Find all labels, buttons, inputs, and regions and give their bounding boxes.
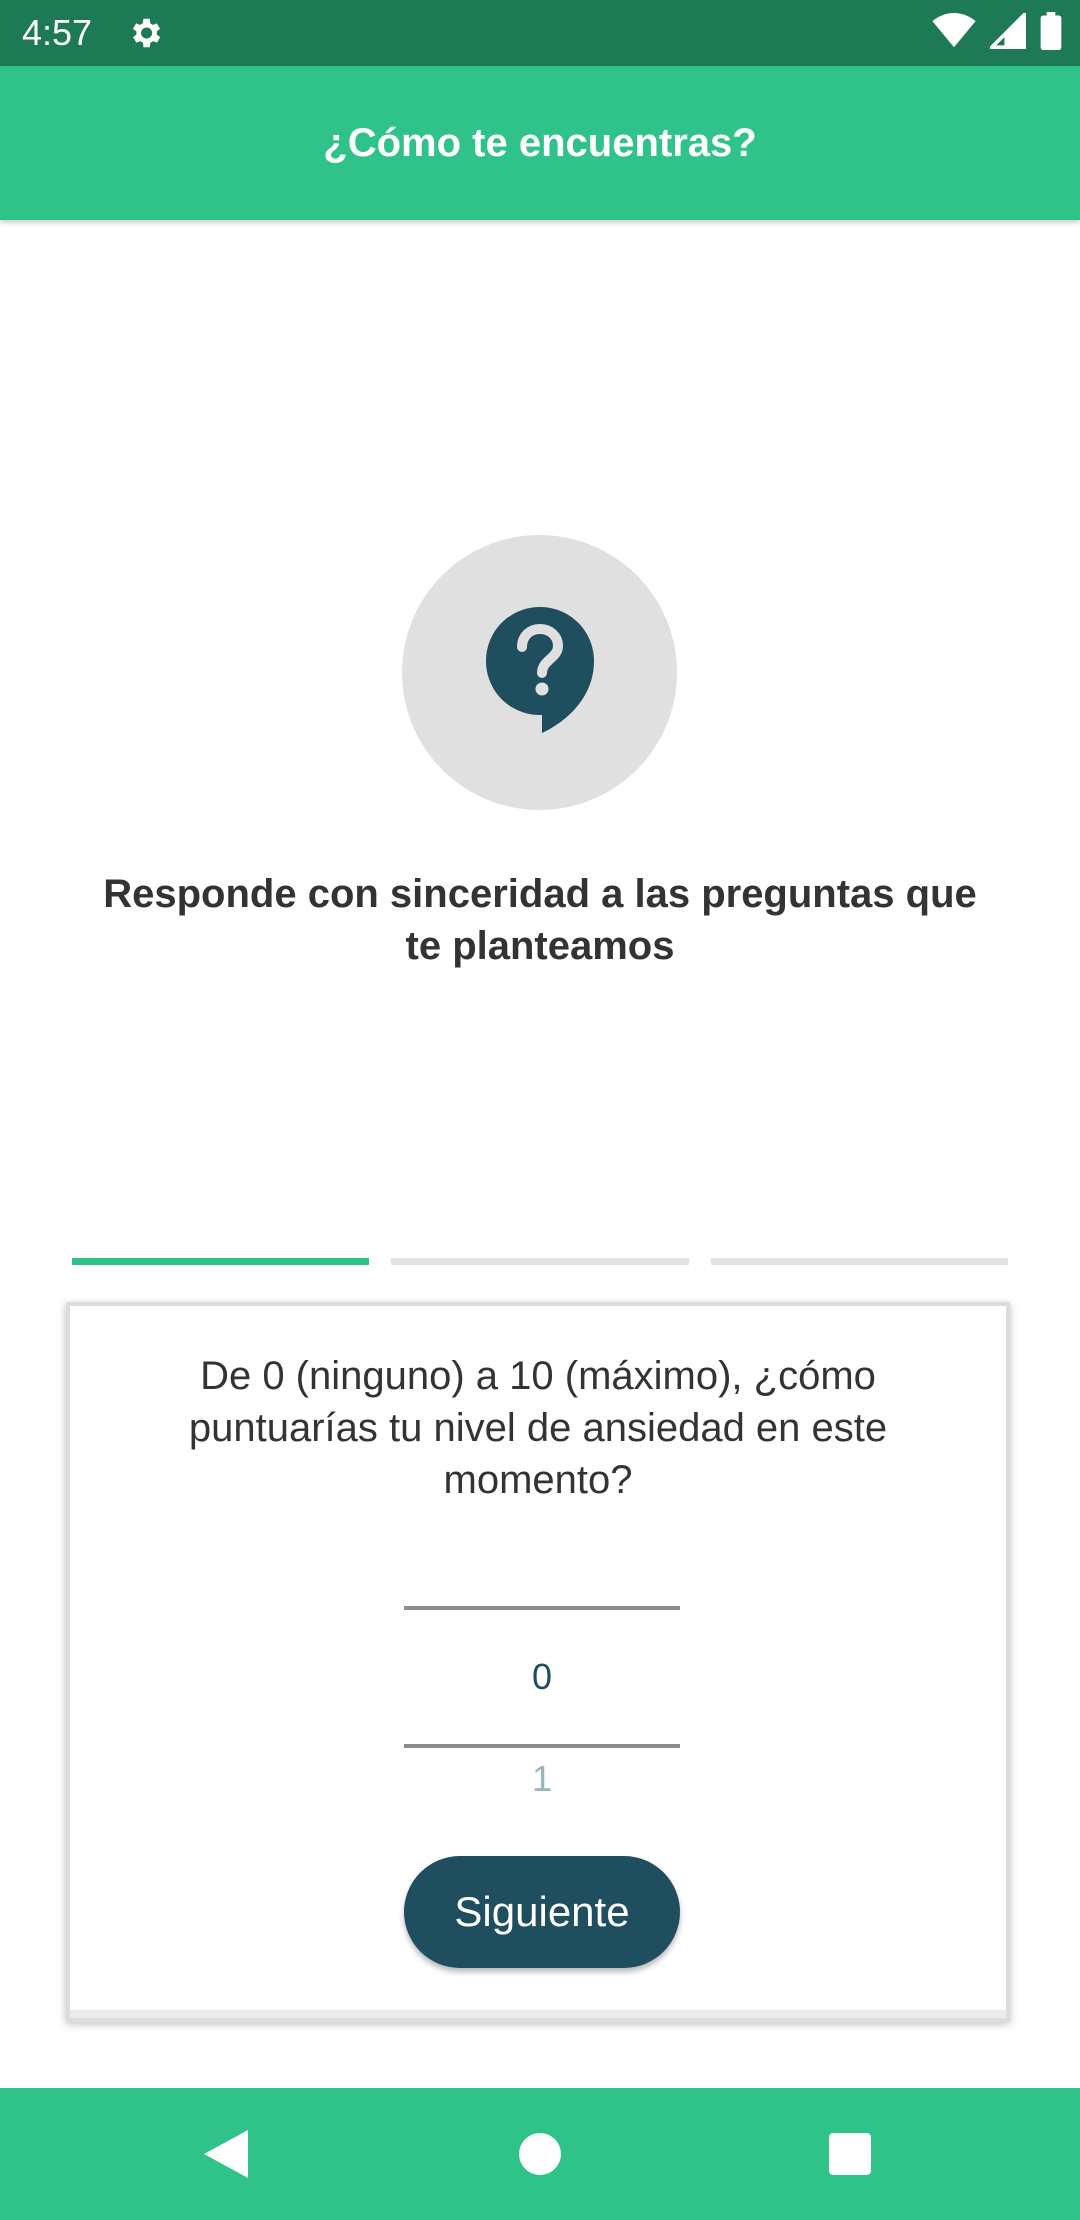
- signal-icon: [987, 10, 1026, 54]
- gear-icon: [126, 14, 164, 52]
- battery-icon: [1040, 12, 1062, 55]
- screen: 4:57 ¿Cómo te encuentras? Responde con s…: [0, 0, 1080, 2220]
- question-bubble-icon: [484, 605, 596, 740]
- status-icons: [932, 10, 1062, 55]
- status-bar: 4:57: [0, 0, 1080, 66]
- progress-segment-2: [391, 1258, 689, 1265]
- hero-text: Responde con sinceridad a las preguntas …: [103, 872, 977, 968]
- progress-segment-1: [72, 1258, 370, 1265]
- navigation-bar: [0, 2088, 1080, 2220]
- picker-next-value[interactable]: 1: [404, 1758, 680, 1800]
- next-button[interactable]: Siguiente: [404, 1856, 680, 1968]
- hero-icon-circle: [402, 535, 677, 810]
- home-icon[interactable]: [510, 2124, 570, 2184]
- question-text: De 0 (ninguno) a 10 (máximo), ¿cómo punt…: [188, 1354, 888, 1502]
- app-bar: ¿Cómo te encuentras?: [0, 66, 1080, 220]
- recents-icon[interactable]: [820, 2124, 880, 2184]
- step-progress: [72, 1258, 1008, 1265]
- card-bottom-strip: [70, 2010, 1006, 2018]
- picker-bottom-divider: [404, 1744, 680, 1748]
- picker-selected-value[interactable]: 0: [404, 1610, 680, 1744]
- status-time: 4:57: [22, 12, 93, 53]
- question-card: De 0 (ninguno) a 10 (máximo), ¿cómo punt…: [66, 1302, 1010, 2022]
- wifi-icon: [932, 13, 976, 54]
- progress-segment-3: [710, 1258, 1008, 1265]
- app-title: ¿Cómo te encuentras?: [323, 120, 757, 165]
- number-picker[interactable]: 0 1: [404, 1606, 680, 1800]
- back-icon[interactable]: [196, 2124, 256, 2184]
